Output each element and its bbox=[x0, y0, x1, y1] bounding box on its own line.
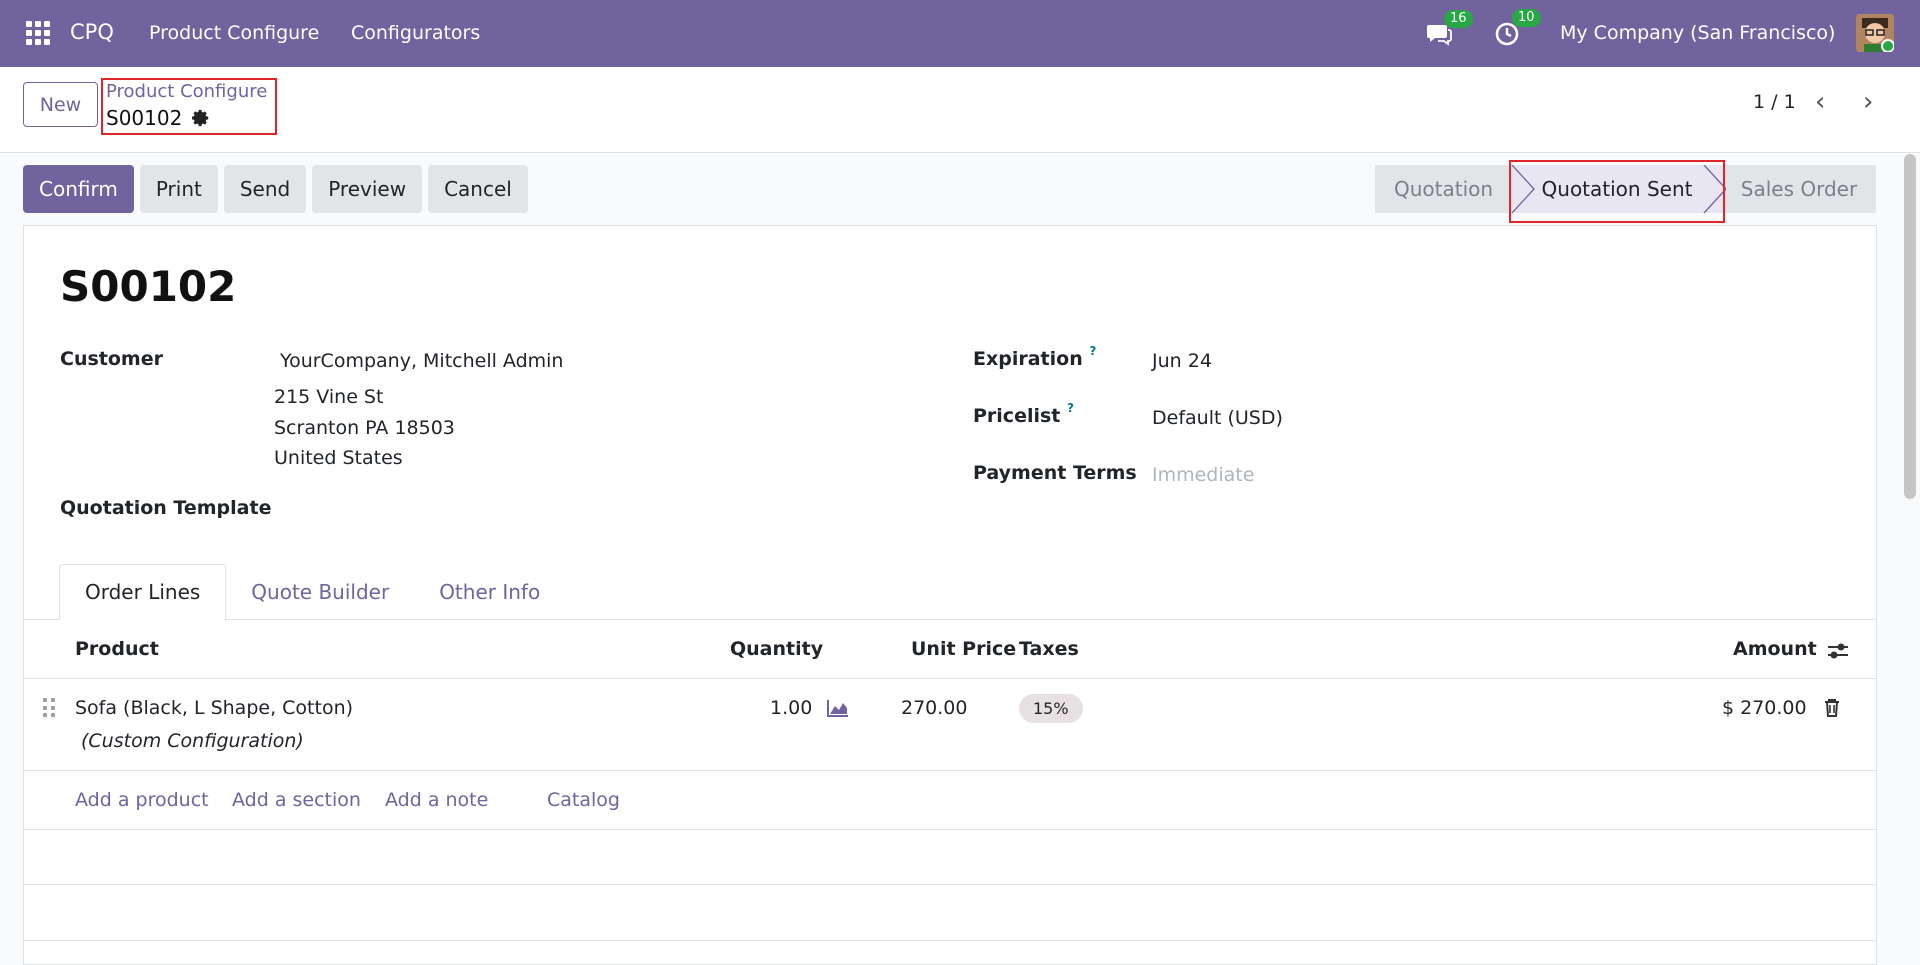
gear-icon[interactable] bbox=[192, 109, 210, 127]
menu-configurators[interactable]: Configurators bbox=[351, 22, 480, 44]
print-button[interactable]: Print bbox=[139, 165, 218, 213]
preview-button[interactable]: Preview bbox=[312, 165, 423, 213]
customer-label: Customer bbox=[60, 348, 163, 370]
forecast-chart-icon[interactable] bbox=[826, 698, 850, 718]
new-button[interactable]: New bbox=[23, 82, 98, 127]
messages-button[interactable]: 16 bbox=[1426, 10, 1473, 50]
table-header-divider bbox=[24, 678, 1876, 679]
add-product-link[interactable]: Add a product bbox=[75, 789, 209, 811]
menu-product-configure[interactable]: Product Configure bbox=[149, 22, 319, 44]
pager-value[interactable]: 1 / 1 bbox=[1753, 91, 1796, 113]
page-title: S00102 bbox=[60, 262, 237, 311]
confirm-button[interactable]: Confirm bbox=[23, 165, 134, 213]
notebook-tabs: Order Lines Quote Builder Other Info bbox=[59, 564, 565, 620]
action-buttons: Confirm Print Send Preview Cancel bbox=[23, 165, 528, 213]
row-unit-price[interactable]: 270.00 bbox=[901, 697, 967, 719]
quotation-template-label: Quotation Template bbox=[60, 497, 272, 519]
payment-terms-field[interactable]: Immediate bbox=[1152, 464, 1254, 486]
row-amount: $ 270.00 bbox=[1722, 697, 1807, 719]
drag-handle-icon[interactable] bbox=[43, 698, 55, 718]
payment-terms-label: Payment Terms bbox=[973, 462, 1137, 484]
column-header-product[interactable]: Product bbox=[75, 638, 159, 660]
activities-button[interactable]: 10 bbox=[1494, 9, 1541, 51]
breadcrumb: Product Configure S00102 bbox=[101, 78, 277, 135]
empty-row-divider-3 bbox=[24, 940, 1876, 941]
breadcrumb-current: S00102 bbox=[106, 106, 210, 130]
breadcrumb-current-label: S00102 bbox=[106, 106, 183, 130]
top-navbar: CPQ Product Configure Configurators 16 1… bbox=[0, 0, 1920, 67]
app-brand[interactable]: CPQ bbox=[70, 20, 114, 44]
customer-name-field[interactable]: YourCompany, Mitchell Admin bbox=[280, 350, 563, 372]
control-panel: New Product Configure S00102 1 / 1 ‹ › bbox=[0, 67, 1920, 153]
pricelist-help-icon[interactable]: ? bbox=[1067, 401, 1074, 415]
online-status-dot bbox=[1881, 39, 1894, 52]
add-note-link[interactable]: Add a note bbox=[385, 789, 488, 811]
pricelist-label: Pricelist ? bbox=[973, 401, 1074, 427]
column-settings-icon[interactable] bbox=[1826, 640, 1850, 662]
row-divider bbox=[24, 770, 1876, 771]
stage-quotation[interactable]: Quotation bbox=[1375, 165, 1512, 213]
stage-sales-order[interactable]: Sales Order bbox=[1722, 165, 1876, 213]
expiration-field[interactable]: Jun 24 bbox=[1152, 350, 1212, 372]
trash-icon[interactable] bbox=[1823, 698, 1841, 718]
column-header-amount[interactable]: Amount bbox=[1733, 638, 1817, 660]
breadcrumb-parent-link[interactable]: Product Configure bbox=[106, 81, 267, 102]
column-header-unit-price[interactable]: Unit Price bbox=[911, 638, 1016, 660]
cancel-button[interactable]: Cancel bbox=[428, 165, 528, 213]
send-button[interactable]: Send bbox=[223, 165, 307, 213]
tab-other-info[interactable]: Other Info bbox=[414, 564, 565, 620]
activities-count-badge: 10 bbox=[1512, 9, 1541, 27]
messages-count-badge: 16 bbox=[1444, 10, 1473, 28]
company-switcher[interactable]: My Company (San Francisco) bbox=[1560, 22, 1835, 44]
row-tax-badge[interactable]: 15% bbox=[1019, 694, 1083, 723]
row-product-name[interactable]: Sofa (Black, L Shape, Cotton) bbox=[75, 697, 353, 719]
pager-previous-icon[interactable]: ‹ bbox=[1815, 87, 1825, 117]
add-section-link[interactable]: Add a section bbox=[232, 789, 361, 811]
expiration-help-icon[interactable]: ? bbox=[1089, 344, 1096, 358]
customer-address-line1: 215 Vine St bbox=[274, 386, 384, 408]
pricelist-field[interactable]: Default (USD) bbox=[1152, 407, 1283, 429]
pager-next-icon[interactable]: › bbox=[1863, 87, 1873, 117]
customer-address-line2: Scranton PA 18503 bbox=[274, 417, 455, 439]
user-avatar[interactable] bbox=[1856, 14, 1894, 52]
customer-address-line3: United States bbox=[274, 447, 403, 469]
tab-quote-builder[interactable]: Quote Builder bbox=[226, 564, 414, 620]
empty-row-divider-1 bbox=[24, 829, 1876, 830]
scrollbar[interactable] bbox=[1904, 154, 1916, 499]
column-header-quantity[interactable]: Quantity bbox=[730, 638, 823, 660]
row-quantity[interactable]: 1.00 bbox=[770, 697, 812, 719]
row-product-description: (Custom Configuration) bbox=[81, 730, 304, 752]
empty-row-divider-2 bbox=[24, 884, 1876, 885]
column-header-taxes[interactable]: Taxes bbox=[1019, 638, 1079, 660]
tab-order-lines[interactable]: Order Lines bbox=[59, 564, 227, 620]
catalog-link[interactable]: Catalog bbox=[547, 789, 620, 811]
expiration-label: Expiration ? bbox=[973, 344, 1097, 370]
stage-highlight-box bbox=[1509, 160, 1725, 223]
apps-grid-icon[interactable] bbox=[26, 21, 50, 45]
